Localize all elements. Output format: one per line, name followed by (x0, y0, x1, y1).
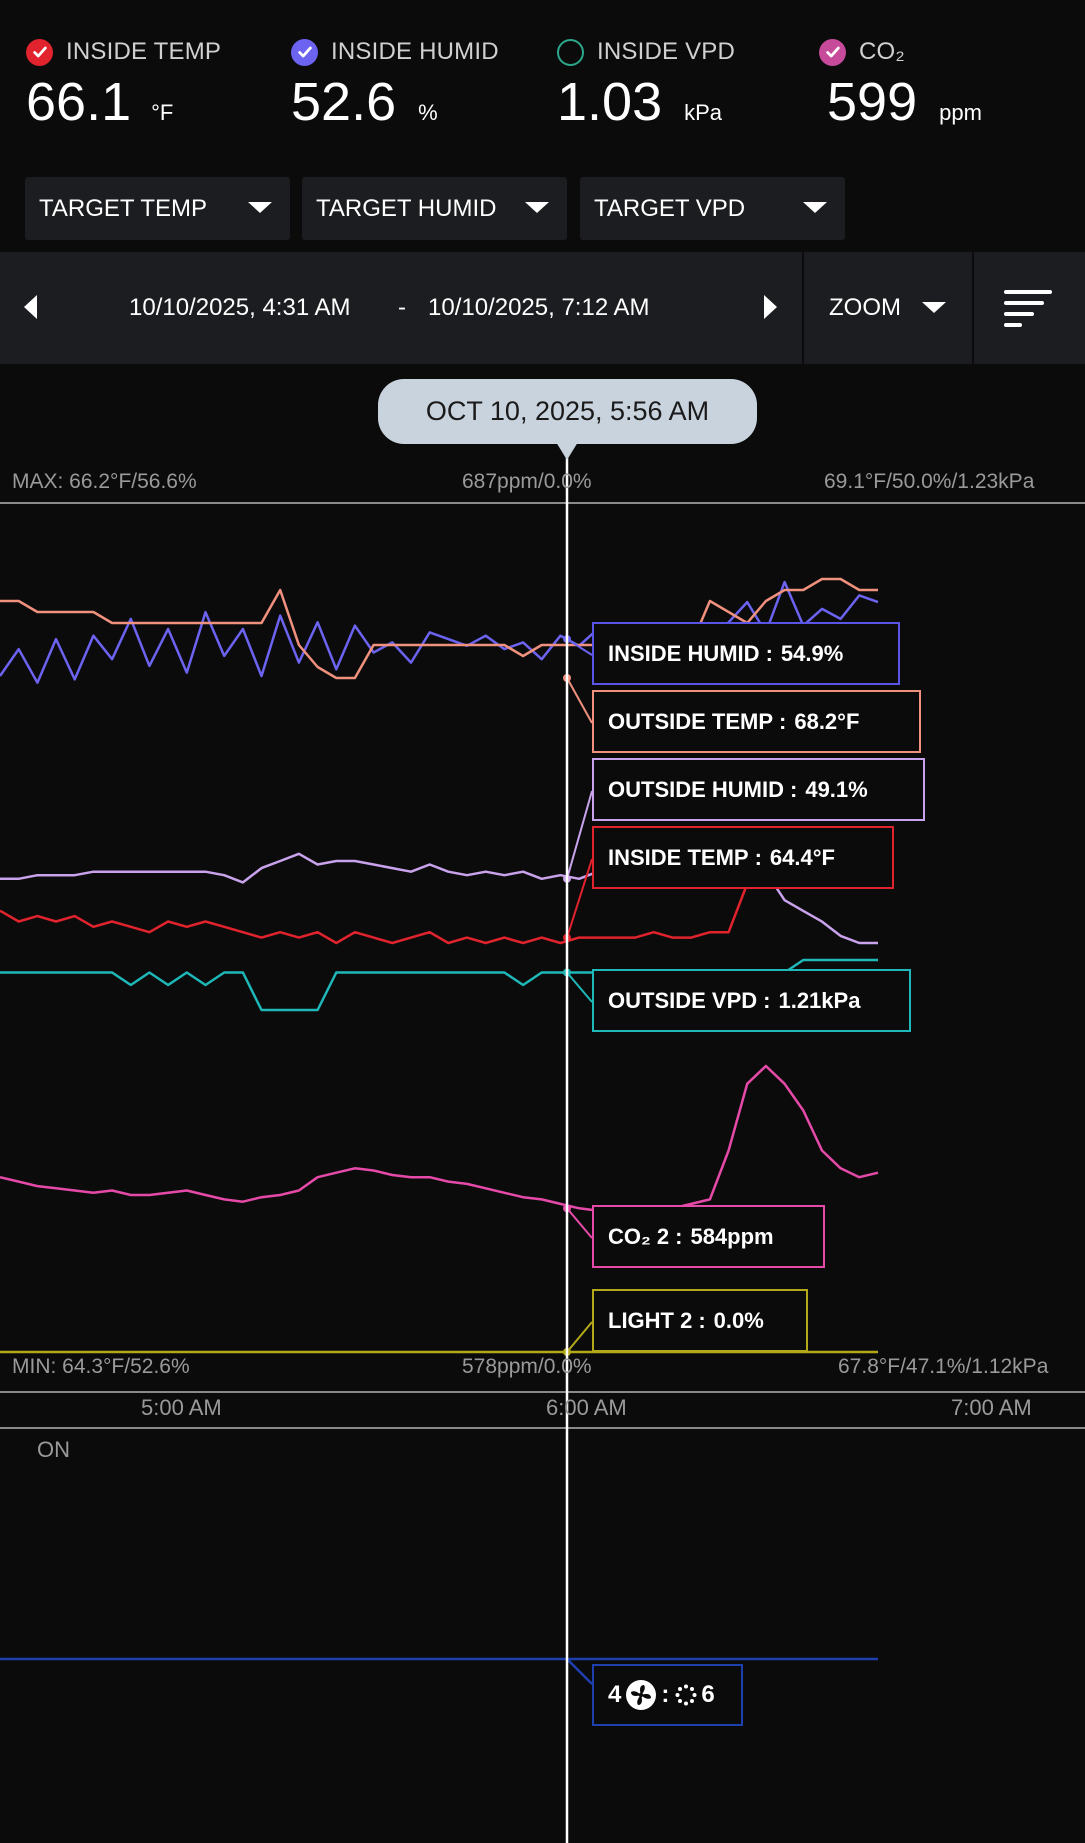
cursor-time-bubble: OCT 10, 2025, 5:56 AM (378, 379, 757, 444)
tooltip-value: 584ppm (690, 1223, 774, 1249)
tooltip-name: INSIDE HUMID (608, 640, 760, 666)
min-left-label: MIN: 64.3°F/52.6% (12, 1355, 190, 1378)
stat-unit: ppm (939, 100, 982, 125)
device-level: 6 (701, 1681, 715, 1708)
tooltip-co2-2: CO₂ 2:584ppm (592, 1205, 825, 1268)
stat-label: CO₂ (859, 38, 905, 65)
stat-value: 66.1 (26, 72, 132, 132)
time-tick-label: 5:00 AM (141, 1395, 222, 1420)
tooltip-outside-vpd: OUTSIDE VPD:1.21kPa (592, 969, 911, 1032)
chart-canvas[interactable] (0, 364, 1085, 1843)
tooltip-name: OUTSIDE TEMP (608, 708, 774, 734)
device-connector (566, 1658, 593, 1685)
tooltip-inside-temp: INSIDE TEMP:64.4°F (592, 826, 894, 889)
max-left-label: MAX: 66.2°F/56.6% (12, 470, 197, 493)
stat-label: INSIDE HUMID (331, 38, 499, 65)
range-dash: - (398, 294, 406, 321)
max-right-label: 69.1°F/50.0%/1.23kPa (824, 470, 1035, 493)
stat-unit: % (418, 100, 438, 125)
device-separator: : (661, 1681, 670, 1708)
stat-inside-humid[interactable]: INSIDE HUMID 52.6 % (291, 36, 499, 130)
target-humid-dropdown[interactable]: TARGET HUMID (302, 177, 567, 240)
dropdown-label: TARGET HUMID (316, 194, 497, 222)
next-range-arrow-icon[interactable] (764, 295, 777, 319)
fan-icon (626, 1680, 657, 1710)
tooltip-connector (566, 677, 593, 724)
range-end: 10/10/2025, 7:12 AM (428, 294, 650, 321)
tooltip-outside-humid: OUTSIDE HUMID:49.1% (592, 758, 925, 821)
cursor-time-label: OCT 10, 2025, 5:56 AM (425, 396, 710, 426)
range-start: 10/10/2025, 4:31 AM (129, 294, 351, 321)
tooltip-value: 0.0% (713, 1307, 764, 1333)
sort-filter-icon[interactable] (1004, 290, 1054, 327)
dropdown-label: TARGET VPD (594, 194, 746, 222)
previous-range-arrow-icon[interactable] (24, 295, 37, 319)
caret-down-icon[interactable] (922, 302, 946, 313)
stat-co2[interactable]: CO₂ 599 ppm (819, 36, 982, 130)
tooltip-value: 1.21kPa (778, 987, 861, 1013)
tooltip-inside-humid: INSIDE HUMID:54.9% (592, 622, 900, 685)
device-on-label: ON (37, 1437, 70, 1462)
loading-spinner-icon (675, 1684, 697, 1706)
stat-value: 1.03 (557, 72, 663, 132)
tooltip-name: CO₂ 2 (608, 1223, 670, 1249)
tooltip-value: 64.4°F (769, 844, 835, 870)
stat-label: INSIDE VPD (597, 38, 736, 65)
checkbox-checked-icon[interactable] (291, 38, 318, 66)
caret-down-icon (803, 202, 827, 213)
tooltip-connector (566, 858, 593, 938)
max-center-label: 687ppm/0.0% (462, 470, 592, 493)
tooltip-value: 49.1% (805, 776, 868, 802)
stat-inside-temp[interactable]: INSIDE TEMP 66.1 °F (26, 36, 221, 130)
tooltip-connector (566, 1207, 593, 1239)
tooltip-connector (566, 971, 593, 1003)
tooltip-light-2: LIGHT 2:0.0% (592, 1289, 808, 1352)
min-right-label: 67.8°F/47.1%/1.12kPa (838, 1355, 1049, 1378)
zoom-dropdown[interactable]: ZOOM (829, 294, 901, 322)
dropdown-label: TARGET TEMP (39, 194, 208, 222)
checkbox-checked-icon[interactable] (819, 38, 846, 66)
stat-value: 599 (827, 72, 918, 132)
time-tick-label: 7:00 AM (951, 1395, 1032, 1420)
tooltip-value: 68.2°F (794, 708, 860, 734)
tooltip-connector (566, 790, 593, 880)
tooltip-name: INSIDE TEMP (608, 844, 749, 870)
device-port-number: 4 (608, 1681, 622, 1708)
min-center-label: 578ppm/0.0% (462, 1355, 592, 1378)
stat-unit: °F (151, 100, 174, 125)
tooltip-value: 54.9% (780, 640, 844, 666)
tooltip-outside-temp: OUTSIDE TEMP:68.2°F (592, 690, 921, 753)
tooltip-connector (566, 1321, 593, 1353)
stat-inside-vpd[interactable]: INSIDE VPD 1.03 kPa (557, 36, 735, 130)
series-line (0, 1064, 879, 1217)
target-vpd-dropdown[interactable]: TARGET VPD (580, 177, 845, 240)
caret-down-icon (525, 202, 549, 213)
stat-value: 52.6 (291, 72, 397, 132)
device-tooltip: 4 : 6 (592, 1664, 743, 1726)
tooltip-name: LIGHT 2 (608, 1307, 693, 1333)
tooltip-name: OUTSIDE VPD (608, 987, 758, 1013)
checkbox-checked-icon[interactable] (26, 38, 53, 66)
stat-unit: kPa (684, 100, 723, 125)
tooltip-name: OUTSIDE HUMID (608, 776, 784, 802)
stat-label: INSIDE TEMP (66, 38, 222, 65)
bubble-pointer (556, 442, 578, 460)
tooltip-connector (566, 638, 593, 656)
caret-down-icon (248, 202, 272, 213)
checkbox-unchecked-icon[interactable] (557, 38, 584, 66)
time-tick-label: 6:00 AM (546, 1395, 627, 1420)
target-temp-dropdown[interactable]: TARGET TEMP (25, 177, 290, 240)
